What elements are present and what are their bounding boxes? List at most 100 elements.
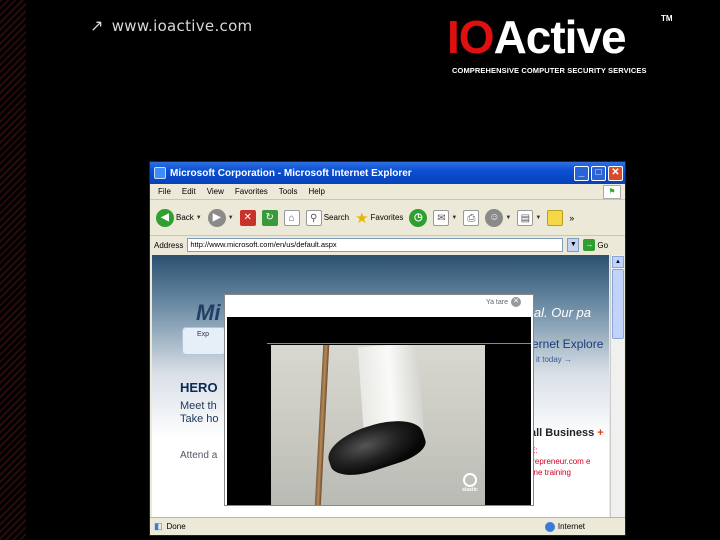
search-icon: ⚲	[305, 209, 322, 226]
menu-file[interactable]: File	[158, 187, 171, 196]
forward-button[interactable]: ▶ ▼	[207, 208, 234, 227]
chevron-down-icon: ▼	[535, 214, 542, 221]
search-label: Search	[323, 213, 350, 222]
vertical-scrollbar[interactable]: ▲	[610, 255, 624, 517]
ie-icon	[154, 167, 166, 179]
site-link[interactable]: ↗ www.ioactive.com	[90, 16, 252, 35]
video-player[interactable]: elastic	[227, 317, 531, 505]
logo-trademark: TM	[661, 14, 673, 23]
logo-tagline: COMPREHENSIVE COMPUTER SECURITY SERVICES	[452, 66, 647, 75]
video-brand-label: elastic	[462, 487, 478, 493]
close-button[interactable]: ✕	[608, 165, 623, 181]
history-icon: ◷	[409, 208, 428, 227]
stop-button[interactable]: ✕	[239, 209, 256, 226]
print-icon: ⎙	[463, 209, 480, 226]
explore-panel[interactable]: Exp	[182, 327, 226, 355]
maximize-button[interactable]: □	[591, 165, 606, 181]
chevron-down-icon: ▼	[505, 214, 512, 221]
small-business-label: all Business	[530, 427, 595, 439]
logo-brand-active: Active	[493, 11, 627, 63]
address-bar: Address http://www.microsoft.com/en/us/d…	[150, 236, 625, 254]
title-bar[interactable]: Microsoft Corporation - Microsoft Intern…	[150, 162, 625, 184]
refresh-button[interactable]: ↻	[261, 209, 278, 226]
security-zone: Internet	[544, 521, 585, 532]
arrow-icon: ↗	[90, 16, 104, 35]
go-button[interactable]: → Go	[583, 239, 608, 251]
back-label: Back	[176, 213, 194, 222]
video-popup: Ya tare ✕ elastic	[224, 294, 534, 506]
small-business-links[interactable]: E: trepreneur.com e line training	[530, 445, 590, 478]
messenger-icon: ☺	[485, 208, 504, 227]
page-slogan: ial. Our pa	[531, 305, 591, 320]
zone-label: Internet	[557, 522, 585, 531]
address-dropdown[interactable]: ▼	[567, 238, 580, 252]
go-label: Go	[597, 240, 609, 250]
video-divider	[267, 343, 531, 344]
favorites-button[interactable]: ★ Favorites	[355, 209, 403, 227]
decorative-hatch-strip	[0, 0, 26, 540]
history-button[interactable]: ◷	[409, 208, 428, 227]
edit-button[interactable]: ▤ ▼	[517, 209, 542, 226]
cane	[314, 345, 330, 505]
windows-flag-icon: ⚑	[603, 184, 621, 199]
forward-arrow-icon: ▶	[207, 208, 226, 227]
ie-promo-link[interactable]: it today →	[536, 355, 572, 364]
globe-icon	[544, 521, 555, 532]
star-icon: ★	[355, 209, 369, 227]
microsoft-logo[interactable]: Mi	[196, 300, 220, 326]
minimize-button[interactable]: _	[574, 165, 589, 181]
hero-title: HERO	[180, 380, 218, 395]
print-button[interactable]: ⎙	[463, 209, 480, 226]
video-brand-ring-icon	[463, 473, 477, 487]
refresh-icon: ↻	[261, 209, 278, 226]
ioactive-logo: IOActive TM COMPREHENSIVE COMPUTER SECUR…	[447, 12, 677, 82]
back-button[interactable]: ◀ Back ▼	[156, 208, 202, 227]
mail-icon: ✉	[433, 209, 450, 226]
messenger-button[interactable]: ☺ ▼	[485, 208, 512, 227]
scroll-up-button[interactable]: ▲	[612, 256, 624, 268]
menu-tools[interactable]: Tools	[279, 187, 298, 196]
plus-icon: +	[597, 427, 604, 439]
video-brand-logo: elastic	[459, 473, 481, 495]
hero-subtitle: Meet th Take ho	[180, 400, 219, 426]
home-button[interactable]: ⌂	[283, 209, 300, 226]
window-title: Microsoft Corporation - Microsoft Intern…	[170, 167, 412, 179]
hero-subtitle-line-2: Take ho	[180, 413, 219, 425]
scroll-thumb[interactable]	[612, 269, 624, 339]
menu-edit[interactable]: Edit	[182, 187, 196, 196]
menu-favorites[interactable]: Favorites	[235, 187, 268, 196]
chevron-down-icon: ▼	[451, 214, 458, 221]
small-business-heading[interactable]: all Business +	[530, 427, 604, 439]
popup-close-button[interactable]: Ya tare ✕	[486, 297, 521, 307]
note-icon	[547, 209, 564, 226]
logo-brand-io: IO	[447, 11, 495, 63]
close-icon: ✕	[511, 297, 521, 307]
status-bar: ◧ Done Internet	[150, 517, 625, 535]
popup-close-label: Ya tare	[485, 298, 508, 306]
go-arrow-icon: →	[583, 239, 596, 251]
notes-button[interactable]	[547, 209, 564, 226]
page-done-icon: ◧	[154, 521, 163, 531]
search-button[interactable]: ⚲ Search	[305, 209, 350, 226]
address-input[interactable]: http://www.microsoft.com/en/us/default.a…	[187, 238, 564, 252]
chevron-down-icon: ▼	[227, 214, 234, 221]
site-url: www.ioactive.com	[111, 16, 253, 35]
attend-link[interactable]: Attend a	[180, 450, 217, 461]
address-label: Address	[154, 240, 184, 250]
back-arrow-icon: ◀	[156, 208, 174, 227]
mail-button[interactable]: ✉ ▼	[433, 209, 458, 226]
chevron-down-icon: ▼	[195, 214, 202, 221]
video-frame-image: elastic	[271, 345, 485, 505]
ie-promo-title[interactable]: ernet Explore	[532, 337, 603, 351]
document-icon: ▤	[517, 209, 534, 226]
hero-subtitle-line-1: Meet th	[180, 400, 217, 412]
favorites-label: Favorites	[370, 213, 404, 222]
menu-view[interactable]: View	[207, 187, 224, 196]
menu-bar: File Edit View Favorites Tools Help ⚑	[150, 184, 625, 200]
stop-icon: ✕	[239, 209, 256, 226]
toolbar-overflow[interactable]: »	[569, 213, 574, 223]
toolbar: ◀ Back ▼ ▶ ▼ ✕ ↻ ⌂ ⚲ Search ★ Favorites …	[150, 200, 625, 236]
menu-help[interactable]: Help	[308, 187, 324, 196]
home-icon: ⌂	[283, 209, 300, 226]
status-text: Done	[166, 522, 186, 531]
